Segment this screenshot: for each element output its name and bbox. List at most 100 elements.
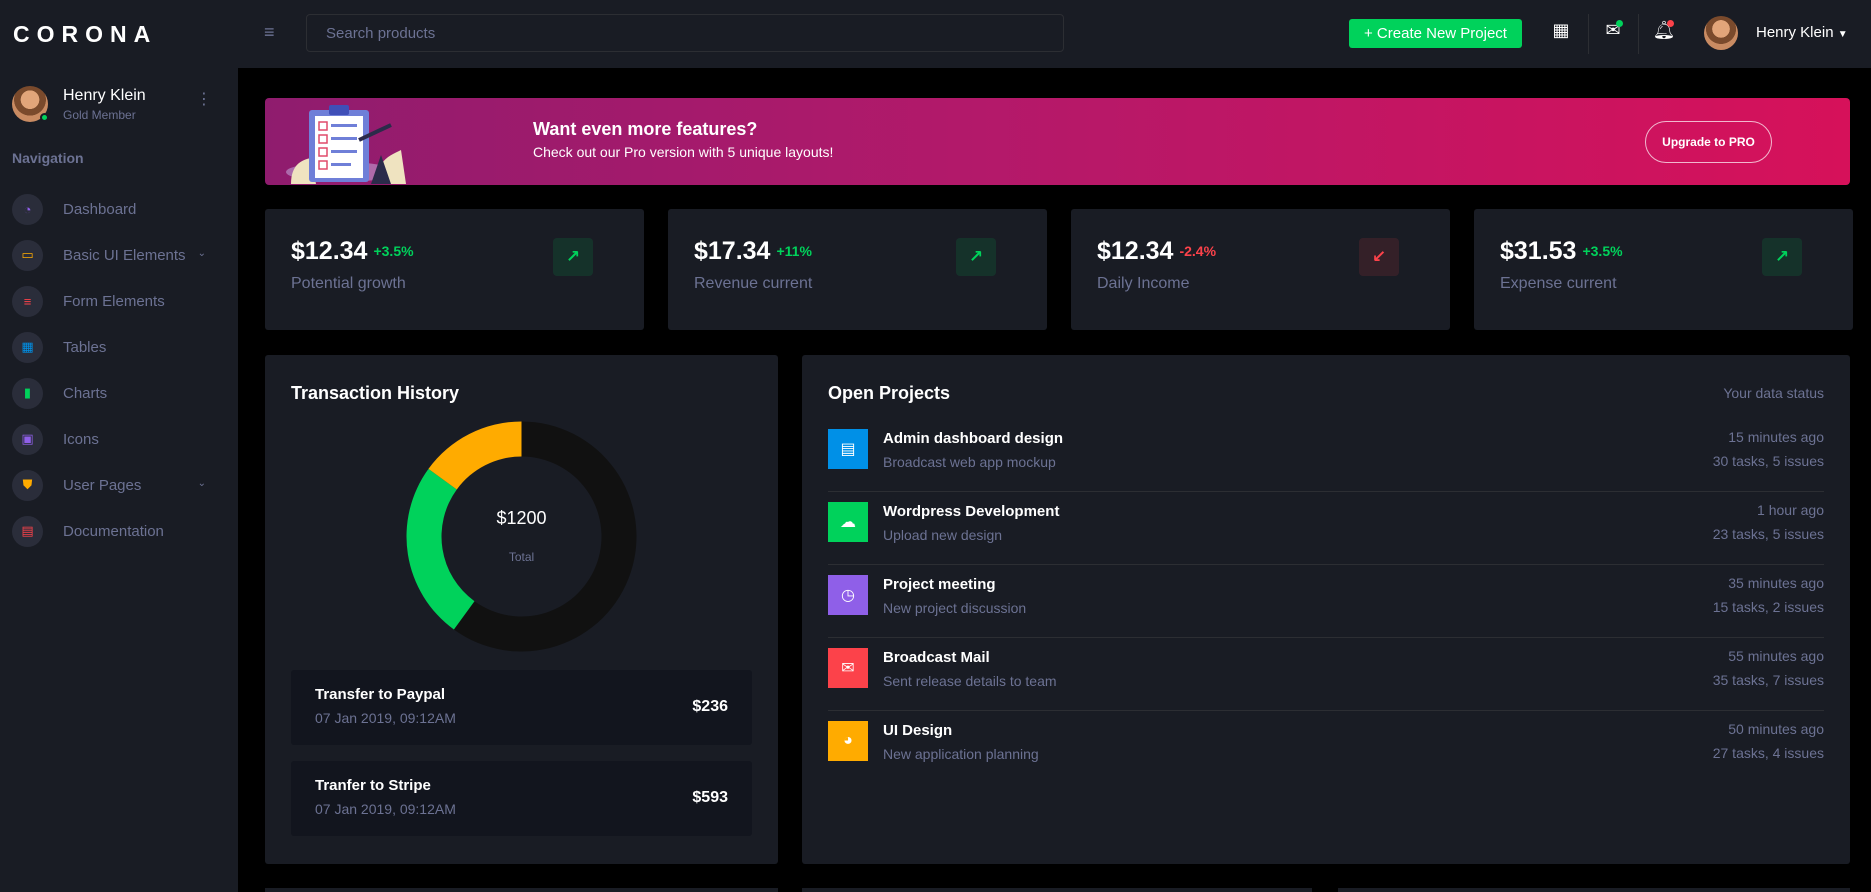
view-grid-icon[interactable]: ▦ [1548,20,1574,41]
stat-change: +3.5% [373,243,414,259]
navbar-user-name: Henry Klein [1756,24,1834,41]
stat-amount: $12.34 [291,237,368,265]
arrow-bottom-left-icon: ↙ [1359,238,1399,276]
create-project-button[interactable]: + Create New Project [1349,19,1522,48]
brand-logo[interactable]: CORONA [0,0,238,68]
stat-card: $17.34 +11% Revenue current ↗ [668,209,1047,330]
transaction-title: Tranfer to Stripe [315,777,431,794]
sidebar-item-label: Tables [63,338,107,356]
sidebar-item-basic-ui-elements[interactable]: ▭ Basic UI Elements ⌄ [0,232,238,278]
bell-icon[interactable]: 🔔︎ [1651,20,1677,41]
speedometer-icon: ◔ [12,193,43,225]
navbar-avatar[interactable] [1704,16,1738,50]
chevron-down-icon: ⌄ [197,248,206,259]
sidebar-item-label: Dashboard [63,200,137,218]
donut-total-value: $1200 [496,508,547,528]
navbar-divider [1588,14,1589,54]
project-tasks: 27 tasks, 4 issues [1712,745,1824,761]
project-row[interactable]: ▤ Admin dashboard design Broadcast web app… [828,419,1824,492]
project-time: 1 hour ago [1757,502,1824,518]
clipboard-illustration [286,105,406,184]
profile-name: Henry Klein [63,86,146,104]
transaction-donut-chart [406,421,637,652]
stat-value: $12.34 -2.4% [1097,237,1216,266]
project-subtitle: Broadcast web app mockup [883,454,1056,470]
sidebar-item-form-elements[interactable]: ≡ Form Elements [0,278,238,324]
card-stub [1338,888,1850,892]
stat-label: Revenue current [694,275,813,292]
navbar-user-menu[interactable]: Henry Klein ▼ [1756,24,1848,41]
data-status-label: Your data status [1723,385,1824,401]
project-time: 35 minutes ago [1728,575,1824,591]
project-title: Wordpress Development [883,503,1060,520]
project-row[interactable]: ◷ Project meeting New project discussion 35… [828,565,1824,638]
stat-value: $31.53 +3.5% [1500,237,1623,266]
sidebar-item-user-pages[interactable]: ⛊ User Pages ⌄ [0,462,238,508]
stat-amount: $12.34 [1097,237,1174,265]
project-title: Admin dashboard design [883,430,1064,447]
online-status-dot [40,113,49,122]
more-vertical-icon[interactable]: ⋮ [196,92,212,108]
sidebar-item-dashboard[interactable]: ◔ Dashboard [0,186,238,232]
sidebar-profile: Henry Klein Gold Member ⋮ [0,68,238,130]
stat-card: $12.34 -2.4% Daily Income ↙ [1071,209,1450,330]
transaction-history-card: Transaction History $1200 Total Transfer… [265,355,778,864]
project-time: 15 minutes ago [1728,429,1824,445]
project-title: Project meeting [883,576,996,593]
project-title: UI Design [883,722,953,739]
avatar[interactable] [12,86,49,122]
sidebar-item-label: Documentation [63,522,164,540]
chevron-down-icon: ⌄ [197,478,206,489]
stat-value: $12.34 +3.5% [291,237,414,266]
open-projects-title: Open Projects [828,383,951,403]
project-subtitle: New project discussion [883,600,1027,616]
sidebar: CORONA Henry Klein Gold Member ⋮ Navigat… [0,0,238,892]
sidebar-item-tables[interactable]: ▦ Tables [0,324,238,370]
project-row[interactable]: ☁ Wordpress Development Upload new design 1… [828,492,1824,565]
file-document-icon: ▤ [828,429,868,469]
stat-amount: $17.34 [694,237,771,265]
laptop-icon: ▭ [12,239,43,271]
sidebar-item-label: Basic UI Elements [63,246,186,264]
transaction-amount: $236 [692,698,728,715]
transaction-history-title: Transaction History [291,383,460,403]
email-icon[interactable]: ✉ [1600,20,1626,41]
stat-change: -2.4% [1179,243,1217,259]
search-input[interactable] [306,14,1064,52]
project-row[interactable]: ◕ UI Design New application planning 50 min… [828,711,1824,784]
project-row[interactable]: ✉ Broadcast Mail Sent release details to t… [828,638,1824,711]
project-subtitle: New application planning [883,746,1039,762]
stat-card: $12.34 +3.5% Potential growth ↗ [265,209,644,330]
chart-pie-icon: ◕ [828,721,868,761]
transaction-title: Transfer to Paypal [315,686,446,703]
upgrade-pro-button[interactable]: Upgrade to PRO [1645,121,1772,163]
menu-toggle-icon[interactable]: ≡ [264,22,275,43]
stat-amount: $31.53 [1500,237,1577,265]
file-document-icon: ▤ [12,515,43,547]
security-icon: ⛊ [12,469,43,501]
project-tasks: 15 tasks, 2 issues [1712,599,1824,615]
project-tasks: 23 tasks, 5 issues [1712,526,1824,542]
stat-value: $17.34 +11% [694,237,812,266]
email-badge [1616,20,1623,27]
banner-title: Want even more features? [533,119,758,139]
stat-label: Daily Income [1097,275,1190,292]
sidebar-item-charts[interactable]: ▮ Charts [0,370,238,416]
nav-section-title: Navigation [12,150,84,166]
arrow-top-right-icon: ↗ [553,238,593,276]
project-subtitle: Upload new design [883,527,1003,543]
sidebar-item-label: Form Elements [63,292,165,310]
stat-label: Potential growth [291,275,406,292]
transaction-row[interactable]: Tranfer to Stripe 07 Jan 2019, 09:12AM $59… [291,761,752,836]
project-title: Broadcast Mail [883,649,990,666]
cloud-upload-icon: ☁ [828,502,868,542]
sidebar-item-documentation[interactable]: ▤ Documentation [0,508,238,554]
project-time: 55 minutes ago [1728,648,1824,664]
clock-icon: ◷ [828,575,868,615]
top-navbar: ≡ + Create New Project ▦ ✉ 🔔︎ Henry Klei… [238,0,1871,68]
table-icon: ▦ [12,331,43,363]
donut-total-label: Total [508,550,535,564]
sidebar-item-icons[interactable]: ▣ Icons [0,416,238,462]
transaction-row[interactable]: Transfer to Paypal 07 Jan 2019, 09:12AM $2… [291,670,752,745]
project-tasks: 30 tasks, 5 issues [1712,453,1824,469]
